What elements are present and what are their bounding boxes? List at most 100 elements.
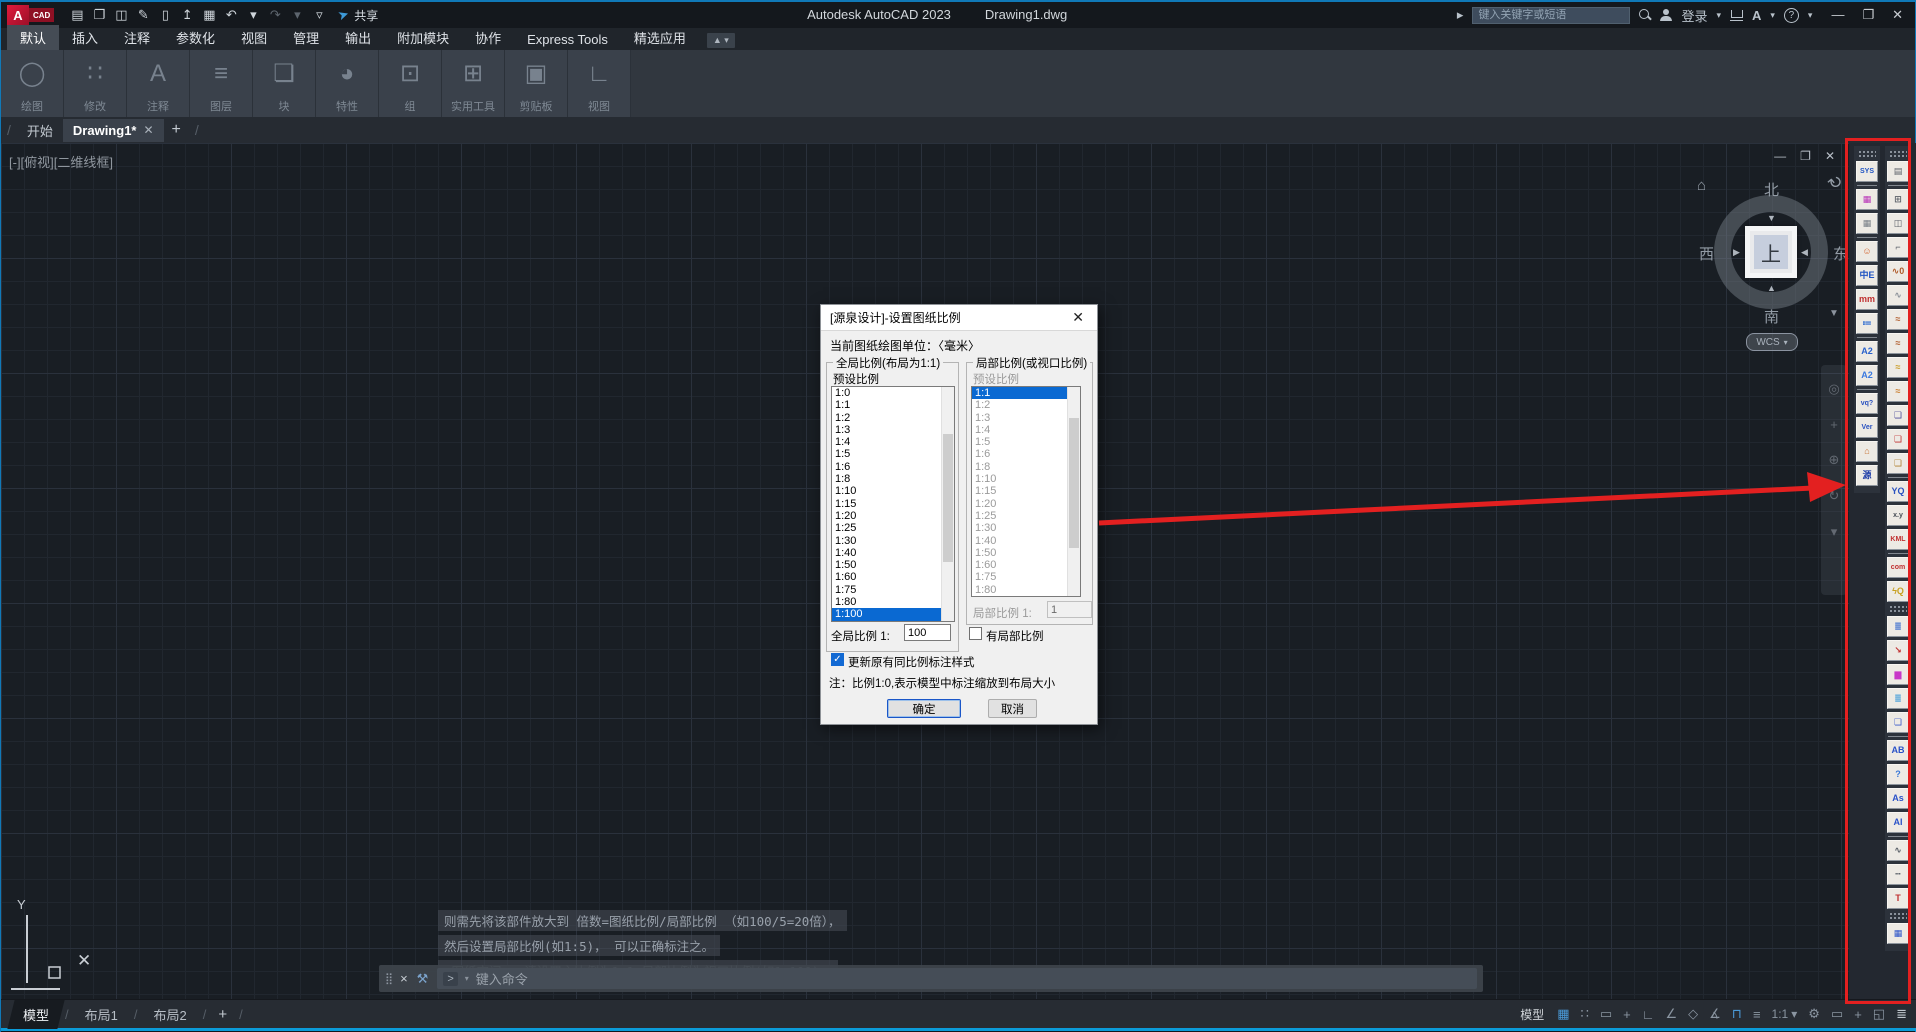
- local-scale-item[interactable]: 1:6: [972, 448, 1067, 460]
- block-move-icon[interactable]: ❏: [1887, 429, 1909, 450]
- local-scale-input[interactable]: [1047, 601, 1092, 618]
- layer-palette-2-icon[interactable]: ▦: [1856, 213, 1878, 234]
- ribbon-panel-注释[interactable]: A注释: [127, 50, 190, 117]
- spring-plain-icon[interactable]: ∿: [1887, 285, 1909, 306]
- file-tab-close-icon[interactable]: ✕: [143, 123, 153, 137]
- layout-tab-布局1[interactable]: 布局1: [73, 1000, 130, 1029]
- open-folder-icon[interactable]: ❐: [90, 7, 108, 23]
- ribbon-panel-特性[interactable]: ◕特性: [316, 50, 379, 117]
- spring-screw-pair-icon[interactable]: ≈: [1887, 381, 1909, 402]
- has-local-checkbox[interactable]: [969, 627, 982, 640]
- global-scale-item[interactable]: 1:15: [832, 498, 941, 510]
- local-scale-item[interactable]: 1:1: [972, 387, 1067, 399]
- units-mm-cm-icon[interactable]: mm: [1856, 289, 1878, 310]
- command-line-bar[interactable]: ⣿ × ⚒ > ▾ 键入命令: [379, 965, 1483, 992]
- quick-properties-icon[interactable]: ▭: [1831, 1006, 1843, 1022]
- local-scale-item[interactable]: 1:15: [972, 485, 1067, 497]
- clean-screen-icon[interactable]: ◱: [1873, 1006, 1885, 1022]
- linetype-brush-icon[interactable]: ┅: [1887, 864, 1909, 885]
- ribbon-tab-管理[interactable]: 管理: [280, 25, 332, 50]
- zoom-icon[interactable]: ⊕: [1829, 452, 1840, 468]
- open-mobile-icon[interactable]: ↥: [178, 7, 196, 23]
- global-scale-item[interactable]: 1:3: [832, 424, 941, 436]
- clipboard-xy-icon[interactable]: x.y: [1887, 505, 1909, 526]
- colorbar-brush-icon[interactable]: ▆: [1887, 664, 1909, 685]
- text-edit-icon[interactable]: AI: [1887, 812, 1909, 833]
- ribbon-panel-剪贴板[interactable]: ▣剪贴板: [505, 50, 568, 117]
- dialog-close-icon[interactable]: ✕: [1068, 309, 1088, 326]
- drawing-close-icon[interactable]: ✕: [1825, 149, 1835, 163]
- viewcube-east-label[interactable]: 东: [1833, 243, 1848, 264]
- spline-brush-icon[interactable]: ∿: [1887, 840, 1909, 861]
- redo-caret-icon[interactable]: ▾: [288, 7, 306, 23]
- orbit-icon[interactable]: ↻: [1829, 488, 1840, 504]
- viewcube-home-icon[interactable]: ⌂: [1697, 177, 1706, 194]
- global-scale-item[interactable]: 1:30: [832, 535, 941, 547]
- workspace-gear-icon[interactable]: ⚙: [1808, 1006, 1820, 1022]
- ribbon-tab-插入[interactable]: 插入: [59, 25, 111, 50]
- ortho-icon[interactable]: ∟: [1642, 1007, 1655, 1022]
- ribbon-panel-实用工具[interactable]: ⊞实用工具: [442, 50, 505, 117]
- ok-button[interactable]: 确定: [887, 699, 961, 718]
- isodraft-icon[interactable]: ◇: [1688, 1006, 1698, 1022]
- colorlist-brush-icon[interactable]: ≣: [1887, 688, 1909, 709]
- list-update-icon[interactable]: ≔: [1856, 313, 1878, 334]
- global-scrollbar-thumb[interactable]: [943, 434, 953, 563]
- layout-tab-模型[interactable]: 模型: [7, 1000, 64, 1029]
- object-snap-tracking-icon[interactable]: ∡: [1709, 1006, 1721, 1022]
- viewcube-rotate-icon[interactable]: ↻: [1824, 171, 1848, 195]
- navbar-more-icon[interactable]: ▾: [1831, 524, 1838, 540]
- node-brush-icon[interactable]: ↘: [1887, 640, 1909, 661]
- block-clean-icon[interactable]: ❏: [1887, 453, 1909, 474]
- search-icon[interactable]: [1639, 9, 1651, 21]
- global-scale-item[interactable]: 1:75: [832, 584, 941, 596]
- save-as-icon[interactable]: ✎: [134, 7, 152, 23]
- global-scale-item[interactable]: 1:20: [832, 510, 941, 522]
- toolbar-drag-handle[interactable]: [1858, 150, 1876, 157]
- table-grid-icon[interactable]: ▦: [1887, 923, 1909, 944]
- undo-caret-icon[interactable]: ▾: [244, 7, 262, 23]
- maximize-button[interactable]: ❐: [1862, 7, 1874, 23]
- local-scale-scrollbar[interactable]: [1067, 387, 1080, 596]
- ruler-annotate-icon[interactable]: A2: [1856, 341, 1878, 362]
- door-tag-icon[interactable]: T: [1887, 888, 1909, 909]
- viewcube-arrow-down-icon[interactable]: ▲: [1767, 283, 1776, 293]
- global-scale-list[interactable]: 1:01:11:21:31:41:51:61:81:101:151:201:25…: [831, 386, 955, 622]
- local-scale-item[interactable]: 1:8: [972, 461, 1067, 473]
- app-store-cart-icon[interactable]: [1730, 10, 1743, 21]
- local-scale-item[interactable]: 1:5: [972, 436, 1067, 448]
- ribbon-tab-协作[interactable]: 协作: [462, 25, 514, 50]
- autocad-logo-icon[interactable]: A CAD: [7, 5, 54, 25]
- dialog-title-bar[interactable]: [源泉设计]-设置图纸比例 ✕: [821, 305, 1097, 331]
- redo-icon[interactable]: ↷: [266, 7, 284, 23]
- signin-caret-icon[interactable]: ▾: [1716, 10, 1721, 21]
- new-drawing-button[interactable]: +: [164, 121, 189, 139]
- close-button[interactable]: ✕: [1892, 7, 1903, 23]
- layer-palette-icon[interactable]: ▦: [1856, 189, 1878, 210]
- global-scale-item[interactable]: 1:0: [832, 387, 941, 399]
- local-scale-list[interactable]: 1:11:21:31:41:51:61:81:101:151:201:251:3…: [971, 386, 1081, 597]
- grid-icon[interactable]: ▦: [1557, 1006, 1569, 1022]
- command-input[interactable]: > ▾ 键入命令: [437, 968, 1477, 989]
- snap-icon[interactable]: ∷: [1581, 1006, 1589, 1022]
- new-file-icon[interactable]: ▤: [68, 7, 86, 23]
- autodesk-app-icon[interactable]: A: [1752, 8, 1761, 23]
- global-scale-item[interactable]: 1:50: [832, 559, 941, 571]
- ribbon-panel-绘图[interactable]: ◯绘图: [1, 50, 64, 117]
- qat-more-icon[interactable]: ▿: [310, 7, 328, 23]
- ribbon-panel-图层[interactable]: ≡图层: [190, 50, 253, 117]
- local-scale-item[interactable]: 1:40: [972, 535, 1067, 547]
- user-icon[interactable]: [1660, 9, 1672, 21]
- share-button[interactable]: ➤ 共享: [338, 7, 378, 24]
- local-scale-item[interactable]: 1:75: [972, 571, 1067, 583]
- global-scale-item[interactable]: 1:40: [832, 547, 941, 559]
- global-scale-item[interactable]: 1:2: [832, 412, 941, 424]
- global-scale-item[interactable]: 1:8: [832, 473, 941, 485]
- global-scale-item[interactable]: 1:60: [832, 571, 941, 583]
- layout-tab-布局2[interactable]: 布局2: [142, 1000, 199, 1029]
- print-layout-icon[interactable]: ▤: [1887, 161, 1909, 182]
- steering-wheel-icon[interactable]: ◎: [1828, 381, 1839, 397]
- infer-constraints-icon[interactable]: ▭: [1600, 1006, 1612, 1022]
- version-info-icon[interactable]: Ver: [1856, 417, 1878, 438]
- signin-link[interactable]: 登录: [1681, 6, 1707, 25]
